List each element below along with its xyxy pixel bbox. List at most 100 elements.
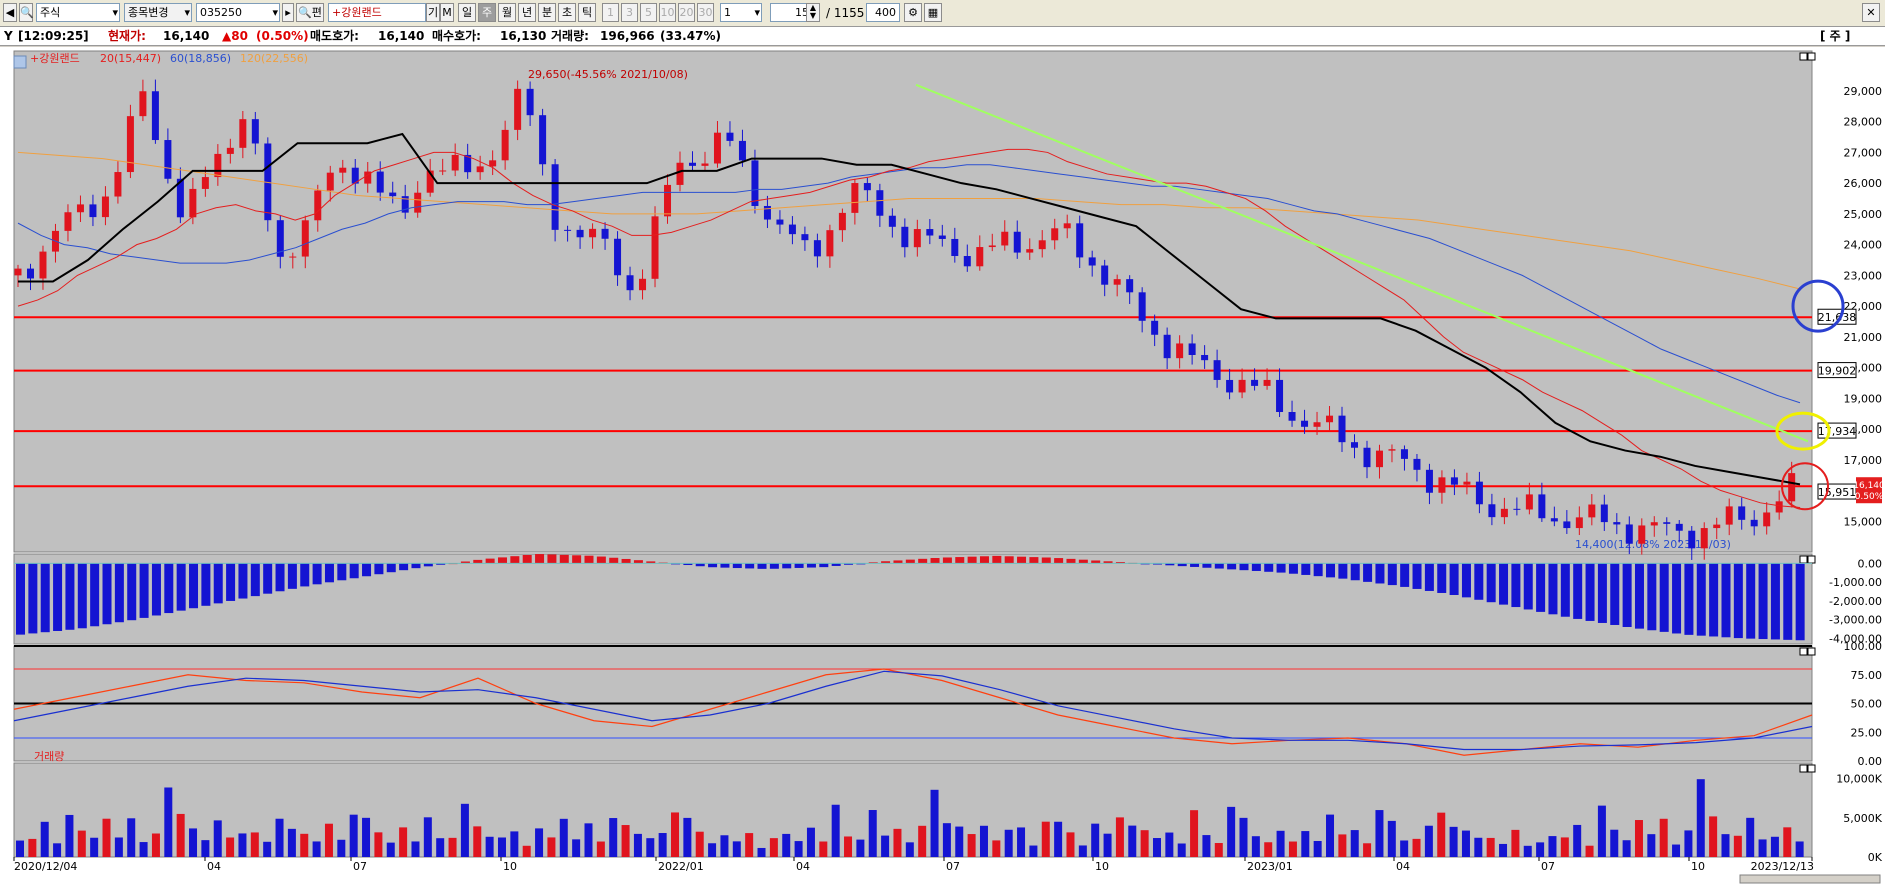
candle-body	[439, 170, 447, 172]
horizontal-scrollbar	[1739, 874, 1881, 884]
m-button[interactable]: M	[440, 3, 454, 22]
candle-body	[726, 132, 734, 141]
macd-bar	[1301, 563, 1311, 575]
multiple-button-3[interactable]: 3	[621, 3, 638, 22]
period-button-4[interactable]: 분	[538, 3, 556, 22]
volume-bar	[151, 833, 160, 857]
volume-bar	[1214, 843, 1223, 857]
y-tick-main: 21,000	[1844, 331, 1883, 344]
period-button-6[interactable]: 틱	[578, 3, 596, 22]
multiple-select[interactable]: 1 ▾	[720, 3, 762, 22]
candle-body	[1788, 473, 1796, 502]
volume-bar	[979, 825, 988, 857]
macd-bar	[1202, 563, 1212, 568]
candle-body	[214, 153, 222, 178]
volume-bar	[967, 834, 976, 857]
stock-change-button[interactable]: 종목변경 ▾	[124, 3, 192, 22]
candle-body	[589, 228, 597, 238]
candle-body	[751, 160, 759, 206]
volume-value: 196,966	[600, 29, 655, 43]
volume-bar	[1264, 842, 1273, 857]
macd-bar	[1548, 563, 1558, 615]
pin-icon: Y	[4, 29, 13, 43]
macd-bar	[1573, 563, 1583, 619]
macd-bar	[819, 563, 829, 568]
macd-bar	[164, 563, 174, 614]
macd-bar	[1795, 563, 1805, 641]
right-period-button[interactable]: [ 주 ]	[1820, 27, 1850, 45]
settings-icon[interactable]: ⚙	[904, 3, 922, 22]
macd-bar	[572, 555, 582, 564]
chevron-down-icon: ▾	[272, 6, 278, 19]
prev-stock-icon[interactable]: ◀	[3, 3, 17, 22]
period-button-1[interactable]: 주	[478, 3, 496, 22]
period-button-2[interactable]: 월	[498, 3, 516, 22]
volume-bar	[497, 837, 506, 857]
macd-bar	[955, 557, 965, 564]
macd-bar	[559, 554, 569, 564]
y-tick-main: 23,000	[1844, 269, 1883, 282]
candle-body	[988, 245, 996, 248]
candle-body	[1263, 379, 1271, 386]
volume-bar	[1165, 832, 1174, 857]
chevron-down-icon: ▾	[112, 6, 118, 19]
grid-icon[interactable]: ▦	[924, 3, 942, 22]
period-button-5[interactable]: 초	[558, 3, 576, 22]
close-icon[interactable]: ✕	[1862, 3, 1880, 22]
view-count-input[interactable]: 400	[866, 3, 900, 22]
candle-body	[1001, 231, 1009, 246]
multiple-button-30[interactable]: 30	[697, 3, 714, 22]
candle-body	[151, 91, 159, 141]
search-icon[interactable]: 🔍	[19, 3, 34, 22]
volume-bar	[460, 803, 469, 857]
next-icon[interactable]: ▸	[282, 3, 294, 22]
candle-body	[664, 184, 672, 217]
volume-bar	[189, 828, 198, 857]
volume-bar	[1375, 810, 1384, 857]
candle-body	[614, 238, 622, 276]
candle-body	[1475, 481, 1483, 505]
candle-body	[1013, 231, 1021, 253]
y-tick-main: 19,000	[1844, 392, 1883, 405]
macd-bar	[979, 556, 989, 564]
edit-button[interactable]: 🔍편	[296, 3, 324, 22]
market-select[interactable]: 주식 ▾	[36, 3, 120, 22]
candle-body	[314, 190, 322, 221]
volume-bar	[1634, 820, 1643, 857]
quote-bar: Y [12:09:25] 현재가: 16,140 ▲80 (0.50%) 매도호…	[0, 27, 1885, 46]
count-spinner[interactable]: ▲ ▼	[806, 3, 820, 22]
code-input[interactable]: 035250 ▾	[196, 3, 280, 22]
macd-bar	[992, 555, 1002, 564]
multiple-button-5[interactable]: 5	[640, 3, 657, 22]
y-tick-main: 24,000	[1844, 239, 1883, 252]
x-label: 2023/12/13	[1751, 860, 1814, 873]
multiple-button-20[interactable]: 20	[678, 3, 695, 22]
multiple-button-10[interactable]: 10	[659, 3, 676, 22]
candle-body	[1163, 334, 1171, 359]
volume-bar	[362, 817, 371, 857]
candle-body	[1088, 257, 1096, 266]
candle-body	[963, 256, 971, 267]
macd-bar	[139, 563, 149, 618]
y-tick-macd: 0.00	[1858, 557, 1883, 570]
volume-bar	[1029, 845, 1038, 857]
multiple-button-1[interactable]: 1	[602, 3, 619, 22]
volume-bar	[547, 837, 556, 857]
volume-bar	[1597, 805, 1606, 857]
bid-label: 매수호가:	[432, 29, 481, 43]
period-button-0[interactable]: 일	[458, 3, 476, 22]
volume-bar	[893, 828, 902, 857]
volume-bar	[1523, 845, 1532, 857]
candle-body	[14, 268, 22, 276]
volume-bar	[942, 823, 951, 857]
period-button-3[interactable]: 년	[518, 3, 536, 22]
gi-button[interactable]: 기	[426, 3, 440, 22]
volume-bar	[1499, 843, 1508, 857]
y-tick-macd: -2,000.00	[1829, 595, 1882, 608]
candle-body	[1400, 449, 1408, 459]
panel-main	[13, 50, 1813, 553]
macd-bar	[1499, 563, 1509, 605]
candle-body	[1500, 508, 1508, 518]
candle-body	[451, 154, 459, 171]
volume-bar	[1746, 817, 1755, 857]
